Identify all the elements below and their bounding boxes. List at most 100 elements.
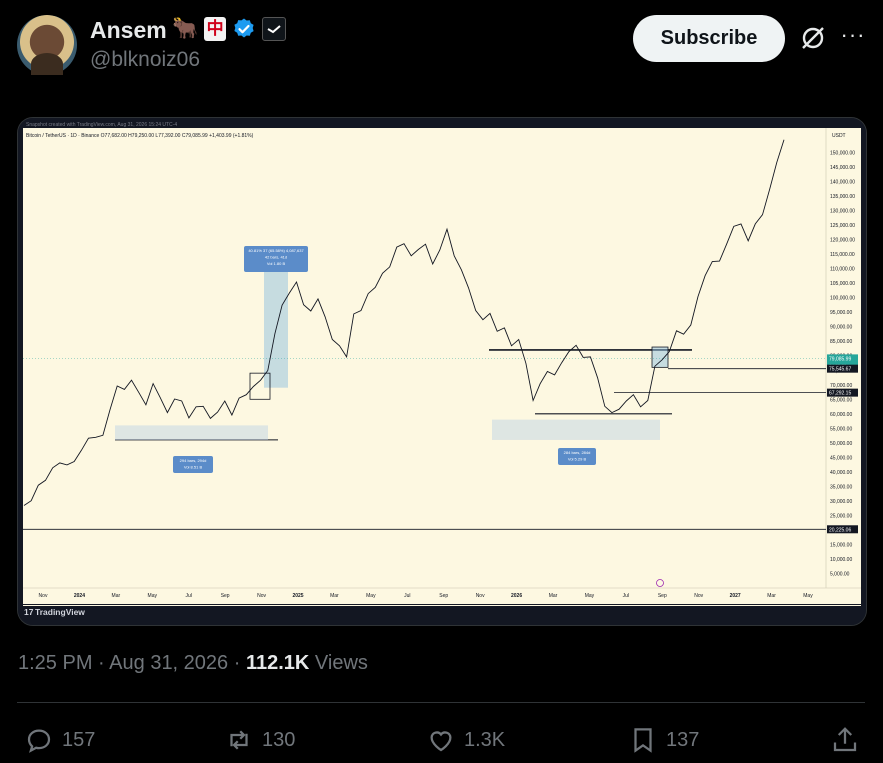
share-icon [833,727,857,752]
range-box [115,425,268,440]
y-tick-label: 55,000.00 [830,426,852,432]
bookmark-button[interactable]: 137 [628,723,699,757]
y-tick-label: 65,000.00 [830,397,852,403]
more-options-button[interactable]: ··· [840,24,866,52]
x-tick-label: 2027 [730,593,741,599]
y-tick-label: 105,000.00 [830,281,855,287]
y-tick-label: 15,000.00 [830,542,852,548]
y-tick-label: 60,000.00 [830,412,852,418]
reply-button[interactable]: 157 [24,723,95,757]
ox-icon: 🐂 [172,17,199,40]
range-box [492,419,660,440]
repost-count: 130 [262,728,296,751]
annotation-text: 284 bars, 284d [564,450,591,455]
x-tick-label: May [148,593,158,599]
views-label: Views [314,652,368,674]
annotation-text: 42 bars, 41d [265,255,287,260]
y-tick-label: 95,000.00 [830,310,852,316]
snapshot-note: Snapshot created with TradingView.com, A… [26,122,177,128]
y-tick-label: 140,000.00 [830,180,855,186]
x-tick-label: Mar [549,593,558,599]
x-tick-label: 2025 [292,593,303,599]
annotation-text: Vol 5.29 B [568,457,587,462]
x-tick-label: Sep [439,593,448,599]
annotation-text: Vol 1.80 B [267,261,286,266]
y-axis-unit: USDT [832,133,846,139]
annotation-text: 294 bars, 294d [180,458,207,463]
y-tick-label: 150,000.00 [830,151,855,157]
x-tick-label: May [803,593,813,599]
x-tick-label: Sep [658,593,667,599]
x-tick-label: Mar [330,593,339,599]
tradingview-logo: TradingView [35,607,85,617]
x-tick-label: Mar [112,593,121,599]
y-tick-label: 90,000.00 [830,325,852,331]
y-tick-label: 40,000.00 [830,470,852,476]
like-count: 1.3K [464,728,506,751]
like-button[interactable]: 1.3K [426,723,505,757]
x-tick-label: Nov [39,593,48,599]
y-tick-label: 10,000.00 [830,557,852,563]
avatar[interactable] [17,15,77,75]
x-tick-label: Jul [623,593,629,599]
reply-icon [27,729,51,753]
meta-separator: · [233,652,246,674]
post-time[interactable]: 1:25 PM [18,652,92,674]
chart-background [23,128,861,606]
annotation-text: 40.81% 37 (65.58%) 4,087,637 [248,248,304,253]
divider [17,702,865,703]
price-label-text: 79,085.99 [829,356,851,362]
y-tick-label: 125,000.00 [830,223,855,229]
y-tick-label: 115,000.00 [830,252,855,258]
annotation-text: Vol 8.51 B [184,465,203,470]
x-tick-label: Nov [257,593,266,599]
mahjong-red-dragon-icon: 中 [204,17,227,41]
y-tick-label: 120,000.00 [830,238,855,244]
x-tick-label: 2026 [511,593,522,599]
price-label-text: 20,225.06 [829,527,851,533]
heart-icon [430,731,452,752]
post-date[interactable]: Aug 31, 2026 [109,652,228,674]
symbol-line: Bitcoin / TetherUS · 1D · Binance O77,68… [26,133,254,139]
grok-icon[interactable] [799,24,827,52]
x-tick-label: Nov [476,593,485,599]
author-handle[interactable]: @blknoiz06 [90,48,200,72]
author-name[interactable]: Ansem [90,17,167,44]
repost-button[interactable]: 130 [224,723,295,757]
y-tick-label: 5,000.00 [830,571,850,577]
y-tick-label: 145,000.00 [830,165,855,171]
x-tick-label: May [366,593,376,599]
y-tick-label: 50,000.00 [830,441,852,447]
subscribe-button[interactable]: Subscribe [633,15,785,62]
badges: 🐂 中 [172,17,287,41]
y-tick-label: 25,000.00 [830,513,852,519]
affiliate-icon[interactable] [262,17,287,41]
reply-count: 157 [62,728,96,751]
meta-separator: · [98,652,110,674]
y-tick-label: 85,000.00 [830,339,852,345]
tradingview-mark-icon: 17 [24,607,34,617]
post-meta: 1:25 PM · Aug 31, 2026 · 112.1K Views [18,652,368,675]
share-button[interactable] [830,723,860,757]
x-tick-label: May [585,593,595,599]
price-label-text: 67,292.15 [829,391,851,397]
bookmark-icon [634,728,652,753]
price-label-text: 75,545.67 [829,367,851,373]
x-tick-label: Nov [694,593,703,599]
repost-icon [230,730,248,750]
y-tick-label: 135,000.00 [830,194,855,200]
y-tick-label: 100,000.00 [830,296,855,302]
y-tick-label: 45,000.00 [830,455,852,461]
x-tick-label: Sep [221,593,230,599]
x-tick-label: Jul [404,593,410,599]
y-tick-label: 30,000.00 [830,499,852,505]
verified-icon[interactable] [232,17,256,41]
post-image[interactable]: Snapshot created with TradingView.com, A… [17,117,867,626]
y-tick-label: 70,000.00 [830,383,852,389]
y-tick-label: 130,000.00 [830,209,855,215]
x-tick-label: 2024 [74,593,85,599]
x-tick-label: Mar [767,593,776,599]
breakout-box [651,346,669,368]
price-chart: Snapshot created with TradingView.com, A… [18,118,866,625]
bookmark-count: 137 [666,728,700,751]
